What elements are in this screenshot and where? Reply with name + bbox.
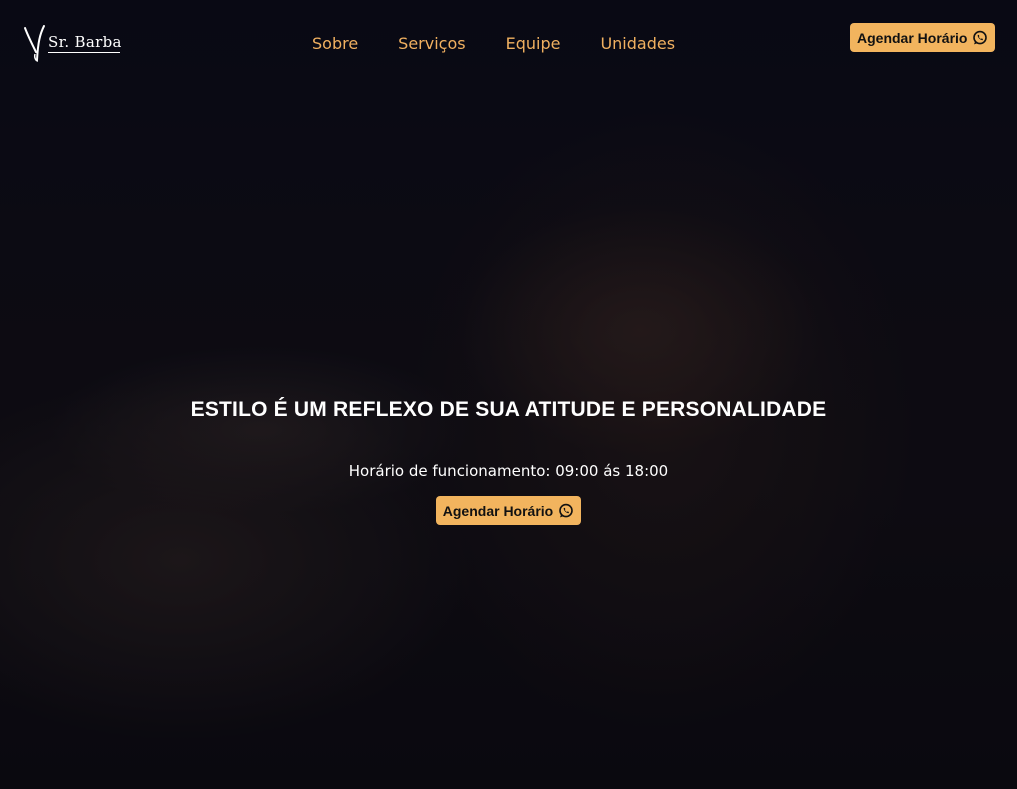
whatsapp-icon bbox=[973, 30, 988, 44]
nav-item-servicos[interactable]: Serviços bbox=[398, 34, 465, 53]
opening-hours: Horário de funcionamento: 09:00 ás 18:00 bbox=[348, 462, 669, 480]
site-header: Sr. Barba Sobre Serviços Equipe Unidades… bbox=[0, 0, 1017, 90]
main-nav: Sobre Serviços Equipe Unidades bbox=[312, 34, 675, 53]
scissors-logo-icon bbox=[24, 25, 45, 62]
hero-headline: ESTILO É UM REFLEXO DE SUA ATITUDE E PER… bbox=[190, 398, 827, 421]
nav-item-equipe[interactable]: Equipe bbox=[506, 34, 561, 53]
whatsapp-icon bbox=[559, 503, 574, 517]
hero-schedule-label: Agendar Horário bbox=[442, 502, 554, 519]
header-schedule-button[interactable]: Agendar Horário bbox=[850, 23, 996, 52]
brand-logo[interactable]: Sr. Barba bbox=[22, 24, 132, 64]
hero-schedule-button[interactable]: Agendar Horário bbox=[435, 496, 582, 525]
hero-background-image bbox=[0, 0, 1017, 789]
header-schedule-label: Agendar Horário bbox=[857, 29, 968, 46]
brand-underline bbox=[48, 52, 120, 53]
nav-item-unidades[interactable]: Unidades bbox=[600, 34, 675, 53]
hero-section: Sr. Barba Sobre Serviços Equipe Unidades… bbox=[0, 0, 1017, 789]
nav-item-sobre[interactable]: Sobre bbox=[312, 34, 358, 53]
brand-name: Sr. Barba bbox=[48, 33, 122, 51]
hero-content: ESTILO É UM REFLEXO DE SUA ATITUDE E PER… bbox=[0, 398, 1017, 525]
